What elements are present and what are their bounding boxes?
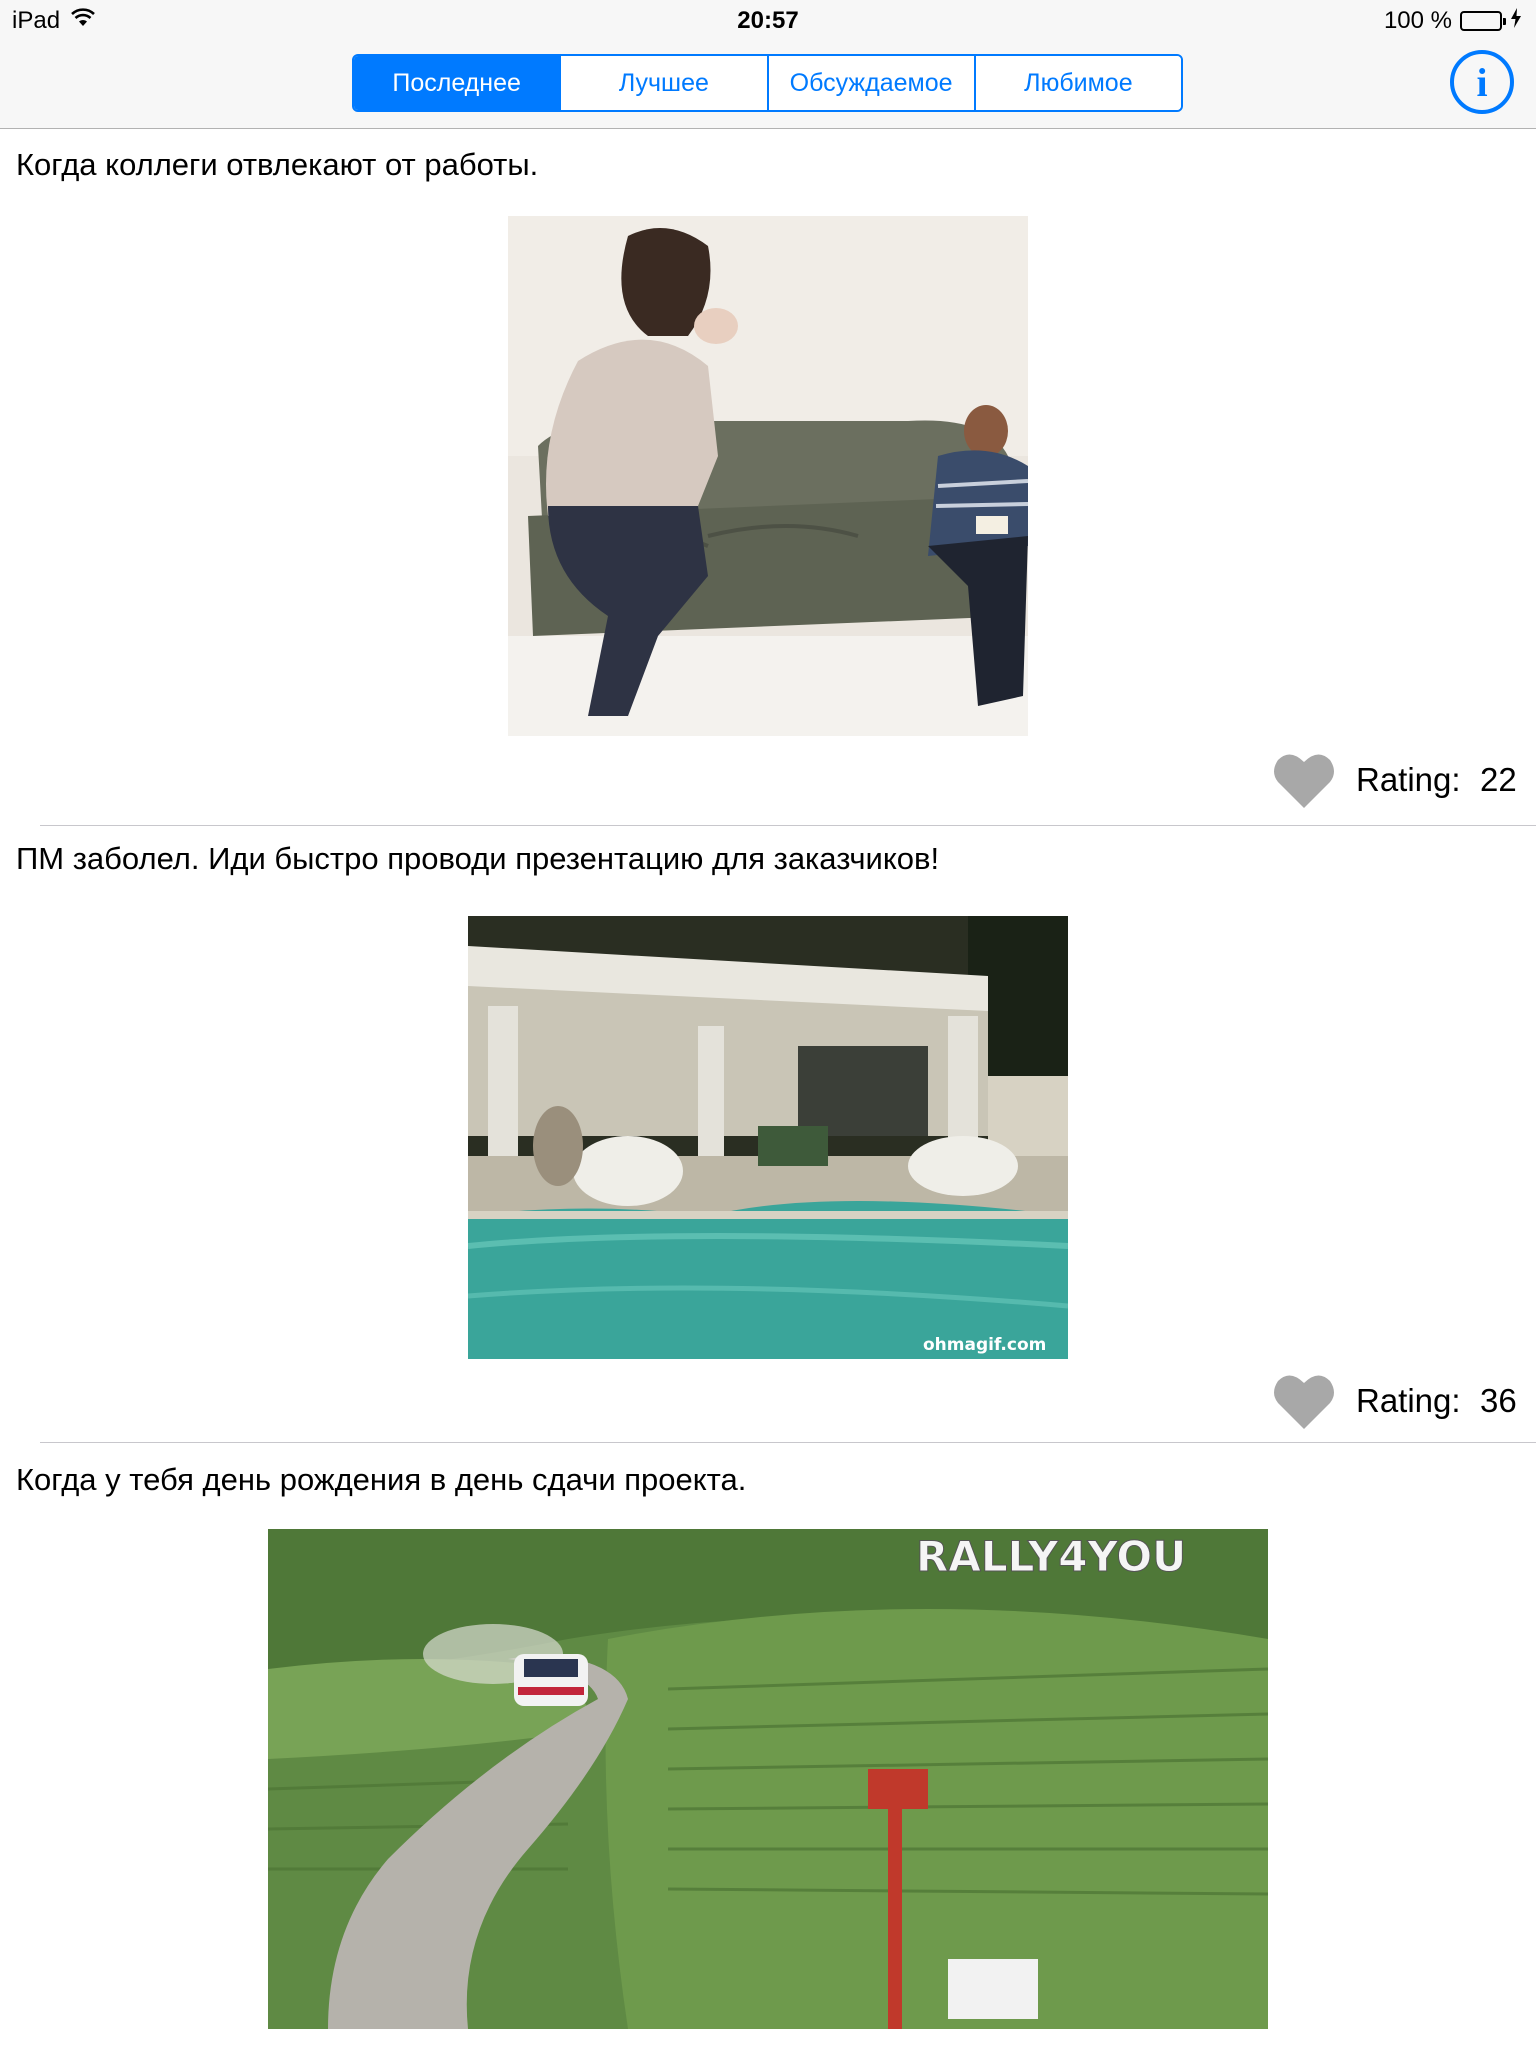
rating-value: 36 <box>1480 1382 1517 1419</box>
post-item: Когда у тебя день рождения в день сдачи … <box>0 1444 1536 2029</box>
feed-list: Когда коллеги отвлекают от работы. Ratin… <box>0 129 1536 2029</box>
rating-label: Rating: <box>1356 761 1461 798</box>
image-watermark: ohmagif.com <box>923 1335 1046 1355</box>
status-time: 20:57 <box>737 7 799 34</box>
battery-percent: 100 % <box>1383 7 1452 34</box>
tab-best[interactable]: Лучшее <box>559 56 767 110</box>
post-title: Когда коллеги отвлекают от работы. <box>16 147 539 182</box>
charging-icon <box>1510 7 1522 35</box>
heart-icon[interactable] <box>1272 1369 1336 1433</box>
post-title: ПМ заболел. Иди быстро проводи презентац… <box>16 841 940 876</box>
tab-favorites[interactable]: Любимое <box>973 56 1181 110</box>
post-item: ПМ заболел. Иди быстро проводи презентац… <box>0 823 1536 1444</box>
post-image[interactable]: ohmagif.com <box>468 916 1068 1359</box>
info-button[interactable]: i <box>1450 50 1514 114</box>
navigation-bar: Последнее Лучшее Обсуждаемое Любимое i <box>0 42 1536 129</box>
image-watermark: RALLY4YOU <box>916 1532 1186 1581</box>
status-bar: iPad 20:57 100 % <box>0 0 1536 42</box>
rating-value: 22 <box>1480 761 1517 798</box>
rating-label: Rating: <box>1356 1382 1461 1419</box>
separator <box>40 1442 1536 1443</box>
post-image[interactable] <box>508 216 1028 736</box>
battery-icon <box>1460 11 1506 31</box>
feed-segmented-control: Последнее Лучшее Обсуждаемое Любимое <box>352 54 1183 112</box>
post-image[interactable]: RALLY4YOU <box>268 1529 1268 2029</box>
post-item: Когда коллеги отвлекают от работы. Ratin… <box>0 129 1536 826</box>
post-title: Когда у тебя день рождения в день сдачи … <box>16 1462 747 1497</box>
tab-latest[interactable]: Последнее <box>354 56 560 110</box>
info-icon: i <box>1476 59 1488 105</box>
tab-discussed[interactable]: Обсуждаемое <box>766 56 974 110</box>
heart-icon[interactable] <box>1272 748 1336 812</box>
